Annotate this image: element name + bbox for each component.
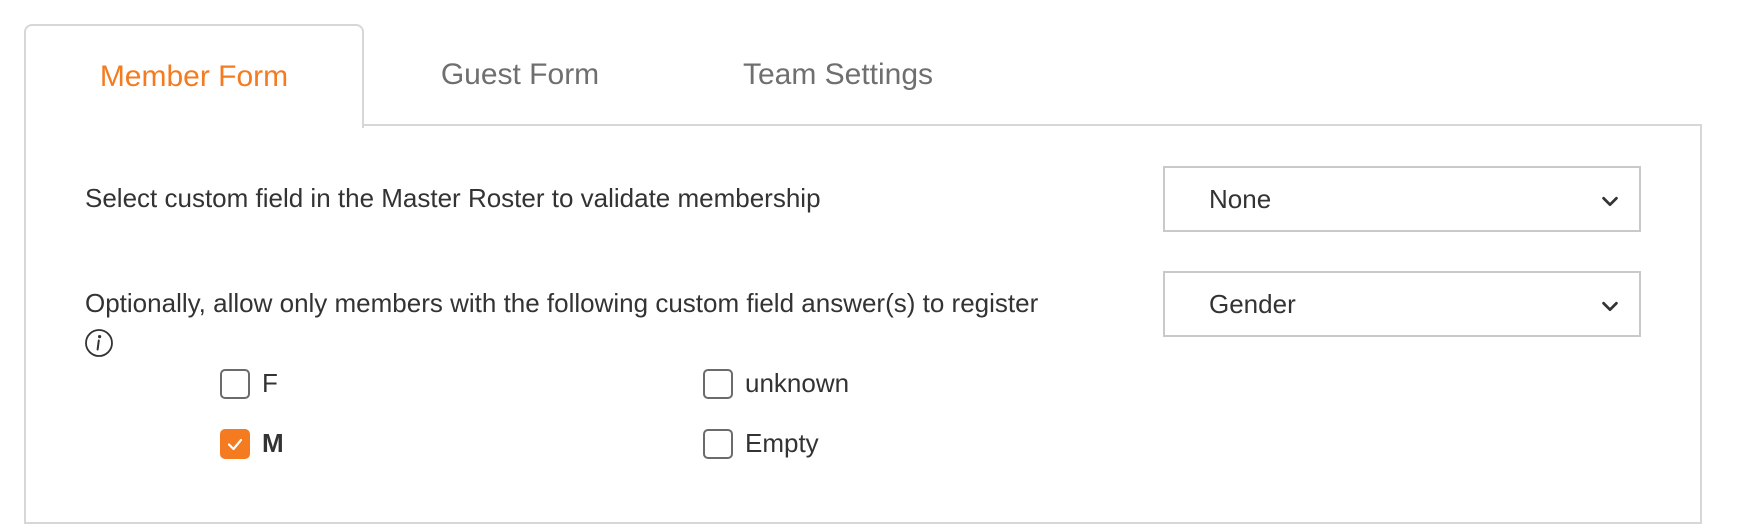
- checkbox-label: unknown: [745, 368, 850, 398]
- tab-label: Guest Form: [440, 58, 600, 91]
- chevron-down-icon: [1602, 196, 1618, 207]
- checkbox-label: Empty: [745, 428, 819, 458]
- tab-guest-form[interactable]: Guest Form: [410, 24, 630, 126]
- validate-field-select[interactable]: None: [1163, 166, 1641, 232]
- restrict-field-select[interactable]: Gender: [1163, 271, 1641, 337]
- checkbox[interactable]: [703, 368, 733, 399]
- checkbox[interactable]: [220, 368, 250, 399]
- checkbox-option-empty[interactable]: Empty: [703, 428, 819, 459]
- checkbox-label: F: [262, 368, 278, 398]
- select-value: None: [1209, 183, 1272, 214]
- chevron-down-icon: [1602, 301, 1618, 312]
- checkbox-option-unknown[interactable]: unknown: [703, 368, 849, 399]
- checkbox[interactable]: [220, 428, 250, 459]
- tab-label: Member Form: [99, 60, 289, 93]
- tab-label: Team Settings: [742, 58, 934, 91]
- select-value: Gender: [1209, 288, 1296, 319]
- info-icon[interactable]: [84, 328, 114, 358]
- tab-member-form[interactable]: Member Form: [24, 24, 364, 128]
- checkbox-option-m[interactable]: M: [220, 428, 284, 459]
- validate-field-label: Select custom field in the Master Roster…: [85, 183, 821, 213]
- checkbox-label: M: [262, 428, 284, 458]
- tab-team-settings[interactable]: Team Settings: [722, 24, 954, 126]
- checkmark-icon: [227, 438, 243, 450]
- checkbox[interactable]: [703, 428, 733, 459]
- checkbox-option-f[interactable]: F: [220, 368, 278, 399]
- restrict-field-label: Optionally, allow only members with the …: [85, 288, 1039, 318]
